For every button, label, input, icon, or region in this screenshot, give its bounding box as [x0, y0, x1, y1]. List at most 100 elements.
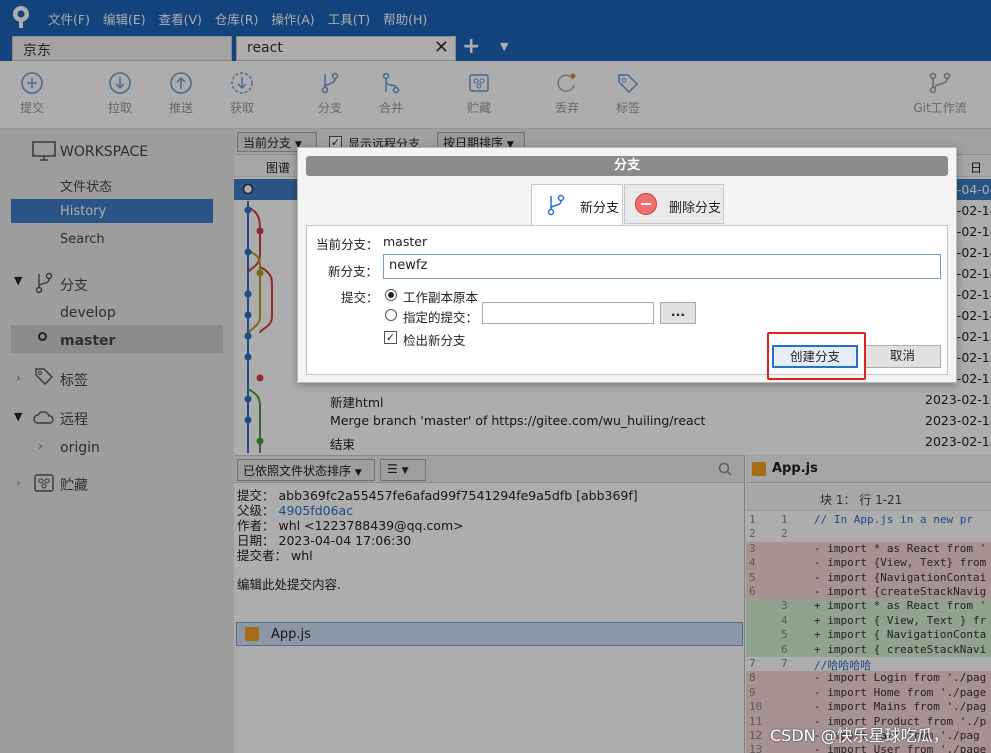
diff-line: 22 — [746, 527, 991, 542]
branches-heading[interactable]: 分支 — [60, 275, 88, 295]
diff-file-name: App.js — [772, 461, 818, 476]
stashes-heading[interactable]: 贮藏 — [60, 475, 88, 495]
menu-edit[interactable]: 编辑(E) — [103, 9, 146, 28]
stash-icon — [469, 74, 489, 92]
checkout-label: 检出新分支 — [403, 333, 466, 348]
commit-label: 提交 — [19, 101, 44, 115]
new-line-number: 2 — [781, 527, 788, 541]
chevron-right-icon[interactable]: › — [16, 371, 21, 385]
close-tab-icon[interactable]: ✕ — [434, 37, 449, 58]
table-row[interactable]: 结束 2023-02-13 — [294, 431, 991, 452]
monitor-icon — [32, 141, 56, 161]
tab-jingdong[interactable]: 京东 — [12, 36, 232, 61]
list-icon: ☰ — [387, 462, 398, 476]
sidebar-item-search[interactable]: Search — [60, 232, 105, 247]
tab-react[interactable]: react ✕ — [236, 36, 456, 61]
diff-hunk-header: 块 1： 行 1-21 — [746, 485, 991, 511]
detail-committer-label: 提交者： — [237, 548, 288, 563]
diff-line-text: + import { View, Text } fr — [814, 613, 987, 627]
diff-line: 6 - import {createStackNavig — [746, 585, 991, 600]
modified-file-icon — [245, 627, 259, 641]
old-line-number: 2 — [749, 527, 756, 541]
browse-commit-button[interactable]: ... — [660, 302, 696, 324]
sidebar-item-origin[interactable]: origin — [60, 440, 100, 456]
detail-commit-label: 提交： — [237, 488, 275, 503]
diff-line: 4 + import { View, Text } fr — [746, 613, 991, 629]
tag-button[interactable]: 标签 — [603, 71, 653, 116]
menu-repository[interactable]: 仓库(R) — [215, 9, 258, 28]
menu-actions[interactable]: 操作(A) — [271, 9, 314, 28]
radio-specific-commit[interactable] — [385, 309, 397, 321]
chevron-down-icon[interactable]: ▼ — [14, 274, 22, 287]
diff-line-text: - import Login from './pag — [814, 671, 987, 685]
delete-circle-icon — [635, 193, 657, 215]
remotes-heading[interactable]: 远程 — [60, 409, 88, 429]
pull-button[interactable]: 拉取 — [95, 71, 145, 116]
discard-button[interactable]: 丢弃 — [542, 71, 592, 116]
specific-commit-input[interactable] — [482, 302, 654, 324]
push-button[interactable]: 推送 — [156, 71, 206, 116]
tags-heading[interactable]: 标签 — [60, 370, 88, 390]
tab-new-branch[interactable]: 新分支 — [531, 184, 623, 226]
search-icon[interactable] — [718, 462, 732, 476]
plus-circle-icon — [21, 72, 43, 94]
commit-button[interactable]: 提交 — [7, 71, 57, 116]
discard-icon — [557, 73, 576, 92]
commit-details: 提交： abb369fc2a55457fe6afad99f7541294fe9a… — [237, 488, 742, 592]
chevron-down-icon[interactable]: ▼ — [14, 410, 22, 423]
merge-button[interactable]: 合并 — [366, 71, 416, 116]
tab-menu-chevron-icon[interactable]: ▼ — [500, 40, 508, 53]
tag-icon — [618, 74, 639, 94]
gitflow-button[interactable]: Git工作流 — [905, 71, 975, 116]
diff-line-text: + import { NavigationConta — [814, 628, 987, 642]
main-toolbar: 提交 拉取 推送 获取 分支 合并 贮藏 丢弃 标签 Git工作流 — [0, 61, 991, 129]
table-row[interactable]: 新建html 2023-02-13 — [294, 389, 991, 410]
view-mode-dropdown[interactable]: ☰ ▼ — [380, 459, 426, 481]
sidebar-item-history-label: History — [60, 204, 107, 219]
menu-view[interactable]: 查看(V) — [159, 9, 202, 28]
graph-column-header[interactable]: 图谱 — [266, 159, 290, 176]
new-branch-input[interactable]: newfz — [383, 254, 941, 279]
stash-icon — [34, 474, 54, 492]
sidebar-item-file-status[interactable]: 文件状态 — [60, 176, 112, 195]
radio-working-copy[interactable] — [385, 289, 397, 301]
detail-commit-hash[interactable]: abb369fc2a55457fe6afad99f7541294fe9a5dfb… — [279, 488, 638, 503]
tab-delete-branch[interactable]: 删除分支 — [624, 184, 724, 224]
old-line-number: 11 — [749, 714, 763, 728]
changed-file-row[interactable]: App.js — [236, 622, 743, 646]
stash-button[interactable]: 贮藏 — [454, 71, 504, 116]
fetch-icon — [231, 72, 253, 94]
old-line-number: 7 — [749, 657, 756, 670]
detail-parent-link[interactable]: 4905fd06ac — [279, 503, 354, 518]
merge-icon — [382, 72, 400, 94]
checkout-checkbox[interactable]: ✓ — [384, 331, 397, 344]
current-branch-value: master — [383, 234, 428, 249]
new-line-number: 1 — [781, 513, 788, 526]
chevron-down-icon: ▼ — [354, 468, 362, 478]
sidebar-item-history[interactable] — [11, 199, 213, 223]
branch-button[interactable]: 分支 — [305, 71, 355, 116]
cancel-button[interactable]: 取消 — [864, 345, 941, 368]
sourcetree-logo-icon — [13, 6, 29, 28]
add-tab-icon[interactable]: + — [462, 34, 480, 59]
hunk-range: 块 1： 行 1-21 — [820, 493, 903, 507]
menu-file[interactable]: 文件(F) — [48, 9, 90, 28]
diff-line-text: //哈哈哈哈 — [814, 659, 872, 672]
diff-line-text: - import {View, Text} from — [814, 556, 987, 570]
diff-content: 1 1// In App.js in a new pr 2 2 3- import * … — [746, 513, 991, 753]
menu-help[interactable]: 帮助(H) — [383, 9, 427, 28]
tab-delete-branch-label: 删除分支 — [669, 201, 722, 216]
menu-tools[interactable]: 工具(T) — [328, 9, 370, 28]
cloud-icon — [33, 411, 54, 424]
table-row[interactable]: Merge branch 'master' of https://gitee.c… — [294, 410, 991, 431]
fetch-button[interactable]: 获取 — [217, 71, 267, 116]
stash-label: 贮藏 — [466, 101, 491, 115]
file-sort-dropdown[interactable]: 已依照文件状态排序 ▼ — [237, 459, 375, 481]
sidebar-item-develop[interactable]: develop — [60, 305, 116, 321]
chevron-right-icon[interactable]: › — [38, 439, 43, 453]
title-bar: 文件(F) 编辑(E) 查看(V) 仓库(R) 操作(A) 工具(T) 帮助(H… — [0, 0, 991, 34]
chevron-right-icon[interactable]: › — [16, 476, 21, 490]
new-line-number: 4 — [781, 613, 788, 627]
diff-line-text: - import {NavigationContai — [814, 570, 987, 584]
diff-line: 7 7 //哈哈哈哈 — [746, 657, 991, 672]
